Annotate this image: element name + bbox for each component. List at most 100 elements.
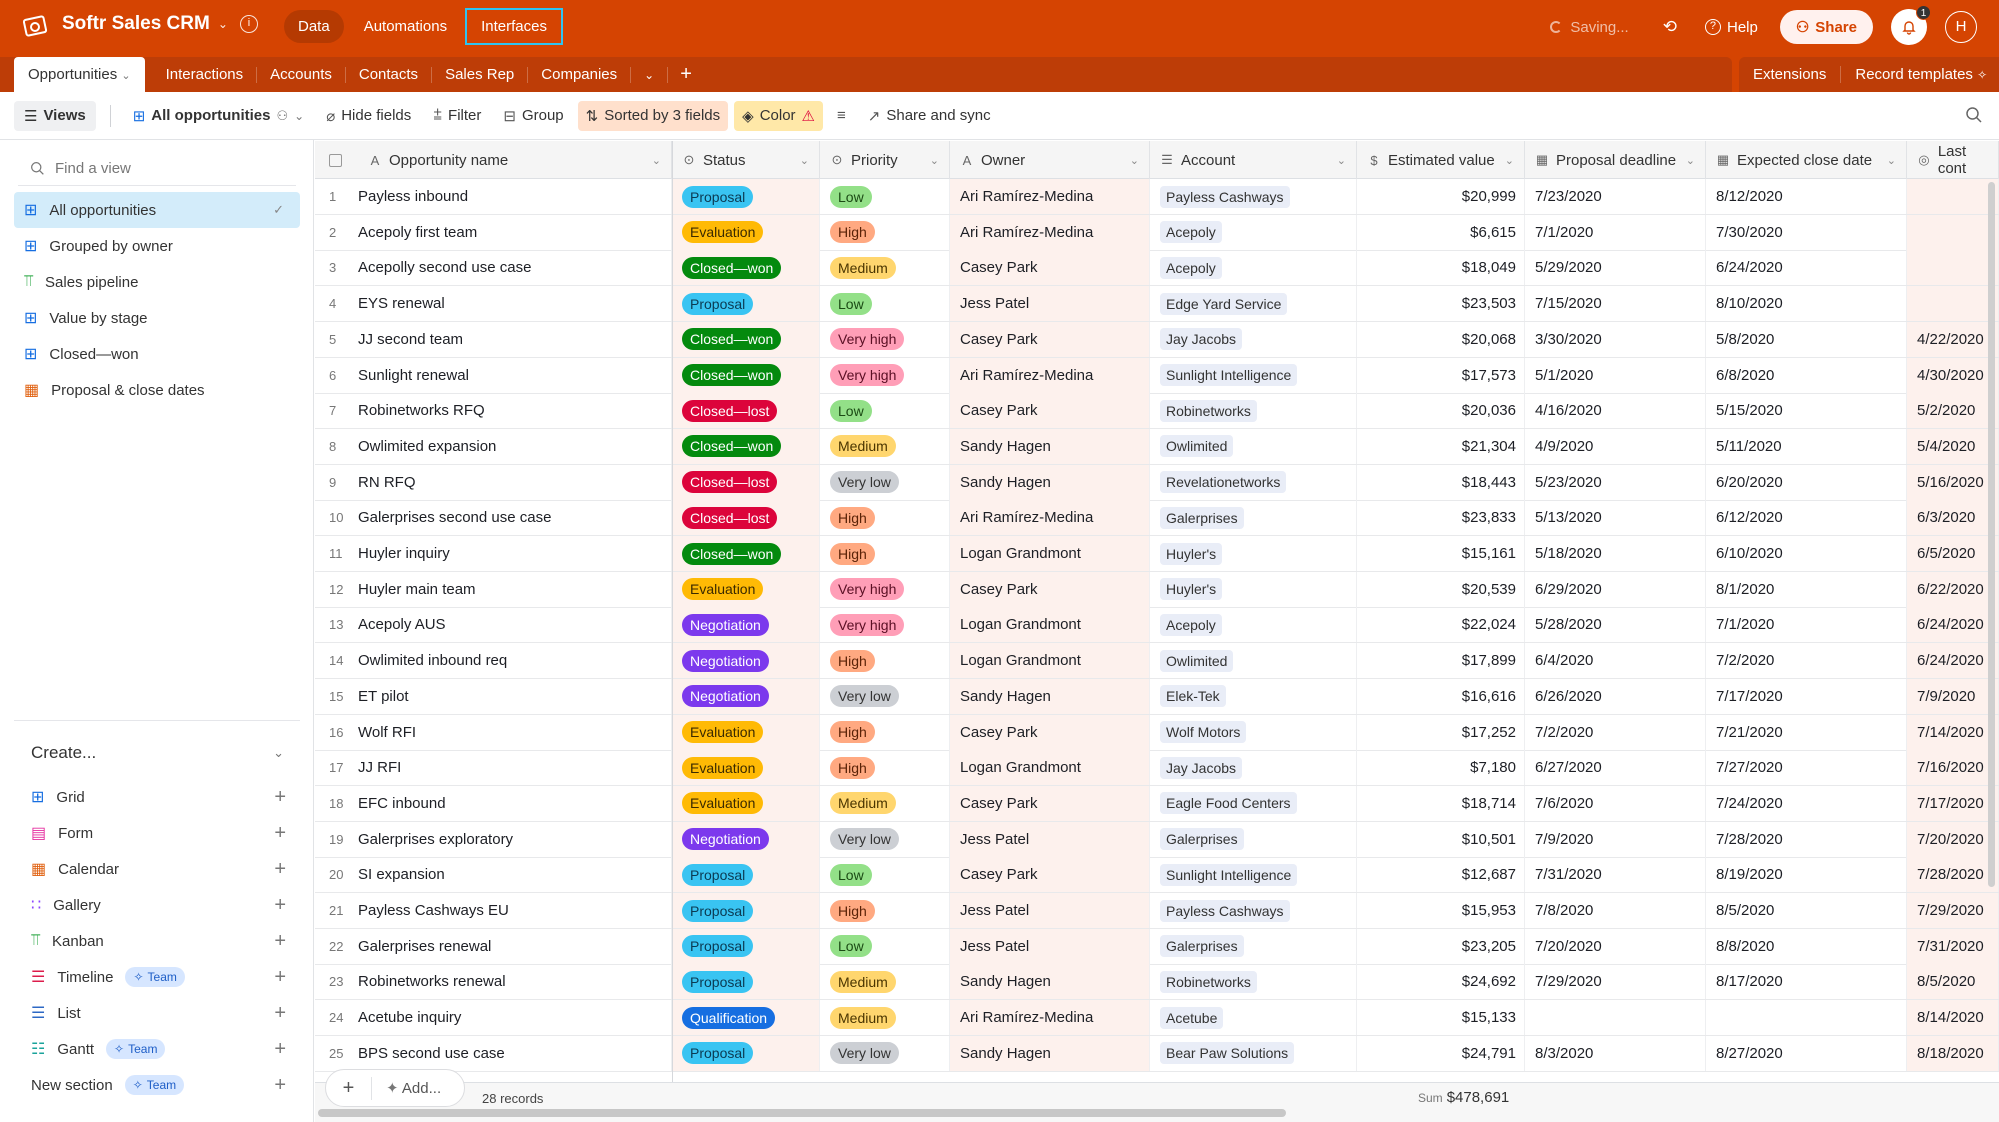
cell-account[interactable]: Jay Jacobs [1150, 321, 1357, 357]
cell-owner[interactable]: Sandy Hagen [950, 464, 1150, 500]
cell-account[interactable]: Owlimited [1150, 428, 1357, 464]
cell-name[interactable]: ET pilot [358, 678, 672, 714]
column-header-priority[interactable]: ⊙ Priority ⌄ [820, 141, 950, 179]
cell-value[interactable]: $20,068 [1357, 321, 1525, 357]
group-button[interactable]: ⊟ Group [495, 101, 571, 131]
cell-close[interactable]: 5/15/2020 [1706, 393, 1907, 429]
column-header-owner[interactable]: A Owner ⌄ [950, 141, 1150, 179]
cell-priority[interactable]: Low [820, 179, 950, 214]
cell-owner[interactable]: Ari Ramírez-Medina [950, 500, 1150, 536]
table-row[interactable]: 18 EFC inbound Evaluation Medium Casey Park E… [315, 785, 1999, 822]
nav-data[interactable]: Data [284, 10, 344, 43]
cell-status[interactable]: Closed—lost [672, 393, 820, 429]
cell-name[interactable]: BPS second use case [358, 1035, 672, 1071]
cell-last[interactable]: 8/18/2020 [1907, 1035, 1999, 1071]
sidebar-view-item[interactable]: ⫪ Sales pipeline [14, 264, 300, 300]
cell-priority[interactable]: Very high [820, 607, 950, 643]
table-row[interactable]: 15 ET pilot Negotiation Very low Sandy Hagen… [315, 678, 1999, 715]
cell-owner[interactable]: Casey Park [950, 321, 1150, 357]
cell-close[interactable]: 6/12/2020 [1706, 500, 1907, 536]
base-name-dropdown[interactable]: Softr Sales CRM ⌄ [62, 13, 228, 35]
table-row[interactable]: 25 BPS second use case Proposal Very low San… [315, 1035, 1999, 1072]
value-sum[interactable]: Sum $478,691 [1418, 1089, 1509, 1106]
cell-status[interactable]: Evaluation [672, 214, 820, 250]
plus-icon[interactable]: + [274, 1074, 286, 1097]
tab-sales-rep[interactable]: Sales Rep [432, 66, 529, 83]
cell-deadline[interactable]: 7/15/2020 [1525, 286, 1706, 322]
sort-button[interactable]: ⇅ Sorted by 3 fields [577, 100, 729, 131]
cell-owner[interactable]: Sandy Hagen [950, 678, 1150, 714]
cell-last[interactable] [1907, 286, 1999, 322]
cell-account[interactable]: Bear Paw Solutions [1150, 1035, 1357, 1071]
cell-deadline[interactable]: 7/23/2020 [1525, 179, 1706, 214]
cell-close[interactable]: 6/24/2020 [1706, 250, 1907, 286]
cell-close[interactable]: 7/1/2020 [1706, 607, 1907, 643]
cell-name[interactable]: Acetube inquiry [358, 1000, 672, 1036]
cell-status[interactable]: Closed—lost [672, 500, 820, 536]
cell-status[interactable]: Proposal [672, 857, 820, 893]
table-row[interactable]: 3 Acepolly second use case Closed—won Mediu… [315, 250, 1999, 287]
cell-last[interactable]: 6/24/2020 [1907, 607, 1999, 643]
cell-priority[interactable]: Low [820, 393, 950, 429]
create-calendar-item[interactable]: ▦ Calendar + [14, 851, 300, 887]
column-header-close[interactable]: ▦ Expected close date ⌄ [1706, 141, 1907, 179]
cell-priority[interactable]: Very high [820, 321, 950, 357]
cell-value[interactable]: $6,615 [1357, 214, 1525, 250]
views-toggle-button[interactable]: ☰ Views [14, 100, 96, 131]
cell-close[interactable]: 7/30/2020 [1706, 214, 1907, 250]
cell-name[interactable]: Robinetworks RFQ [358, 393, 672, 429]
column-header-name[interactable]: A Opportunity name ⌄ [358, 141, 672, 179]
table-row[interactable]: 13 Acepoly AUS Negotiation Very high Logan G… [315, 607, 1999, 644]
cell-close[interactable]: 8/8/2020 [1706, 928, 1907, 964]
cell-account[interactable]: Galerprises [1150, 500, 1357, 536]
cell-close[interactable]: 5/11/2020 [1706, 428, 1907, 464]
cell-value[interactable]: $20,036 [1357, 393, 1525, 429]
cell-owner[interactable]: Casey Park [950, 571, 1150, 607]
cell-value[interactable]: $23,503 [1357, 286, 1525, 322]
cell-status[interactable]: Negotiation [672, 607, 820, 643]
current-view-dropdown[interactable]: ⊞ All opportunities ⚇ ⌄ [125, 101, 312, 131]
table-row[interactable]: 6 Sunlight renewal Closed—won Very high Ari … [315, 357, 1999, 394]
cell-close[interactable] [1706, 1000, 1907, 1036]
cell-name[interactable]: RN RFQ [358, 464, 672, 500]
cell-status[interactable]: Evaluation [672, 785, 820, 821]
record-templates-button[interactable]: Record templates ✧ [1841, 66, 1987, 83]
cell-account[interactable]: Galerprises [1150, 821, 1357, 857]
table-row[interactable]: 10 Galerprises second use case Closed—lost… [315, 500, 1999, 537]
cell-status[interactable]: Proposal [672, 286, 820, 322]
cell-deadline[interactable]: 7/29/2020 [1525, 964, 1706, 1000]
cell-close[interactable]: 8/5/2020 [1706, 893, 1907, 928]
cell-last[interactable]: 5/16/2020 [1907, 464, 1999, 500]
create-kanban-item[interactable]: ⫪ Kanban + [14, 923, 300, 959]
cell-name[interactable]: Payless Cashways EU [358, 893, 672, 928]
create-gantt-item[interactable]: ☷ Gantt ✧ Team + [14, 1031, 300, 1067]
table-row[interactable]: 20 SI expansion Proposal Low Casey Park Sunli… [315, 857, 1999, 894]
cell-close[interactable]: 8/10/2020 [1706, 286, 1907, 322]
cell-deadline[interactable]: 7/9/2020 [1525, 821, 1706, 857]
cell-owner[interactable]: Jess Patel [950, 893, 1150, 928]
plus-icon[interactable]: + [274, 1002, 286, 1025]
cell-last[interactable]: 7/29/2020 [1907, 893, 1999, 928]
cell-value[interactable]: $17,573 [1357, 357, 1525, 393]
cell-account[interactable]: Jay Jacobs [1150, 750, 1357, 786]
history-icon[interactable]: ⟲ [1663, 17, 1677, 37]
cell-status[interactable]: Negotiation [672, 643, 820, 679]
cell-priority[interactable]: Very low [820, 821, 950, 857]
cell-priority[interactable]: Very low [820, 1035, 950, 1071]
cell-close[interactable]: 7/27/2020 [1706, 750, 1907, 786]
cell-deadline[interactable]: 3/30/2020 [1525, 321, 1706, 357]
create-new-section-item[interactable]: New section ✧ Team + [14, 1067, 300, 1103]
cell-value[interactable]: $17,252 [1357, 714, 1525, 750]
cell-name[interactable]: Owlimited inbound req [358, 643, 672, 679]
sidebar-view-item[interactable]: ▦ Proposal & close dates [14, 372, 300, 408]
cell-owner[interactable]: Jess Patel [950, 928, 1150, 964]
cell-status[interactable]: Negotiation [672, 821, 820, 857]
cell-priority[interactable]: Very high [820, 357, 950, 393]
cell-close[interactable]: 7/21/2020 [1706, 714, 1907, 750]
cell-owner[interactable]: Logan Grandmont [950, 607, 1150, 643]
cell-last[interactable]: 7/14/2020 [1907, 714, 1999, 750]
cell-account[interactable]: Acepoly [1150, 607, 1357, 643]
filter-button[interactable]: ⩲ Filter [425, 101, 489, 130]
cell-deadline[interactable]: 7/6/2020 [1525, 785, 1706, 821]
plus-icon[interactable]: + [274, 858, 286, 881]
